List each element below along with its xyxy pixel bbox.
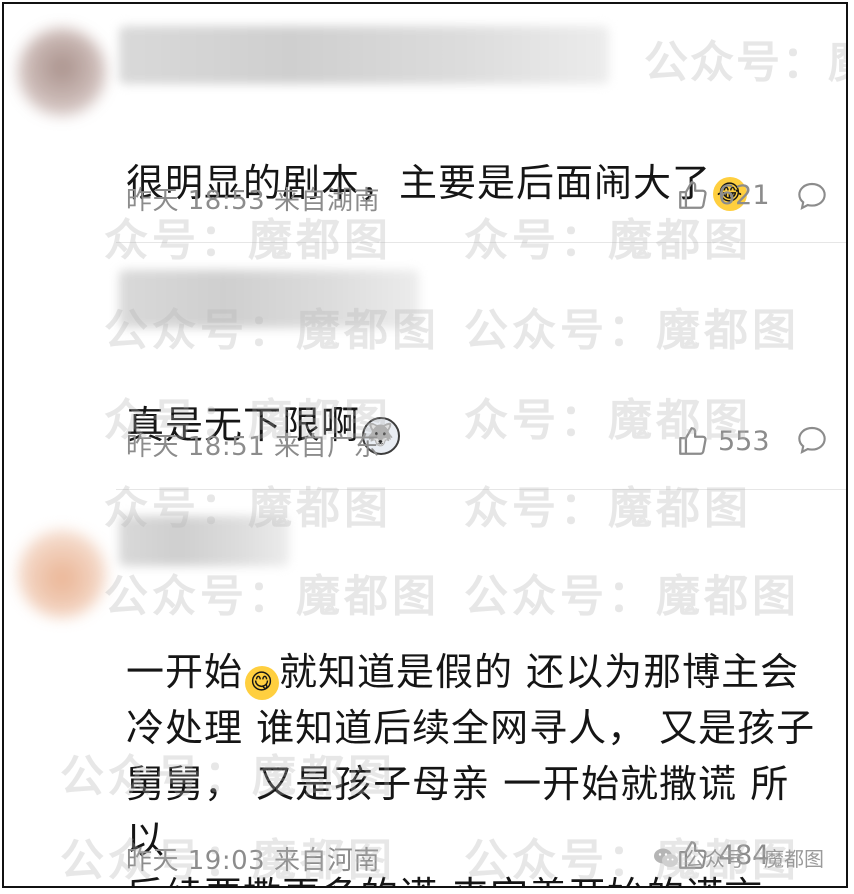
thumbs-up-icon xyxy=(679,427,707,455)
comment-time: 昨天 18:51 xyxy=(126,432,266,462)
like-count: 621 xyxy=(718,179,770,211)
username-blurred[interactable] xyxy=(119,270,419,328)
comment-item: 一开始 😋 就知道是假的 还以为那博主会 冷处理 谁知道后续全网寻人， 又是孩子 舅… xyxy=(4,490,846,886)
comment-item: 真是无下限啊 🐺 昨天 18:51 来自广东 553 xyxy=(4,244,846,490)
thumbs-up-icon xyxy=(679,181,707,209)
comment-location: 来自河南 xyxy=(273,846,380,876)
comment-meta: 昨天 19:03 来自河南 xyxy=(126,840,380,877)
footer-label: 公众号 · 魔都图 xyxy=(684,847,824,871)
username-blurred[interactable] xyxy=(119,26,609,84)
wechat-icon xyxy=(653,848,678,867)
comment-time: 昨天 18:53 xyxy=(126,186,266,216)
reply-icon[interactable] xyxy=(796,180,828,212)
username-blurred[interactable] xyxy=(119,516,289,566)
avatar[interactable] xyxy=(18,530,106,618)
reply-icon[interactable] xyxy=(796,424,828,456)
avatar[interactable] xyxy=(18,28,106,116)
like-button[interactable]: 553 xyxy=(676,424,770,458)
like-button[interactable]: 621 xyxy=(676,178,770,212)
comment-meta: 昨天 18:51 来自广东 xyxy=(126,426,380,463)
like-count: 553 xyxy=(718,425,770,457)
comment-location: 来自湖南 xyxy=(273,186,380,216)
comment-text-part1: 一开始 xyxy=(126,650,244,694)
divider xyxy=(116,242,846,243)
footer-badge: 公众号 · 魔都图 xyxy=(653,843,824,872)
comment-item: 很明显的剧本，主要是后面闹大了 😂 昨天 18:53 来自湖南 621 xyxy=(4,4,846,244)
yummy-face-emoji-icon: 😋 xyxy=(245,666,280,700)
comment-location: 来自广东 xyxy=(273,432,380,462)
comment-time: 昨天 19:03 xyxy=(126,846,266,876)
comment-meta: 昨天 18:53 来自湖南 xyxy=(126,180,380,217)
comment-list: 很明显的剧本，主要是后面闹大了 😂 昨天 18:53 来自湖南 621 真是无下限… xyxy=(2,2,848,888)
